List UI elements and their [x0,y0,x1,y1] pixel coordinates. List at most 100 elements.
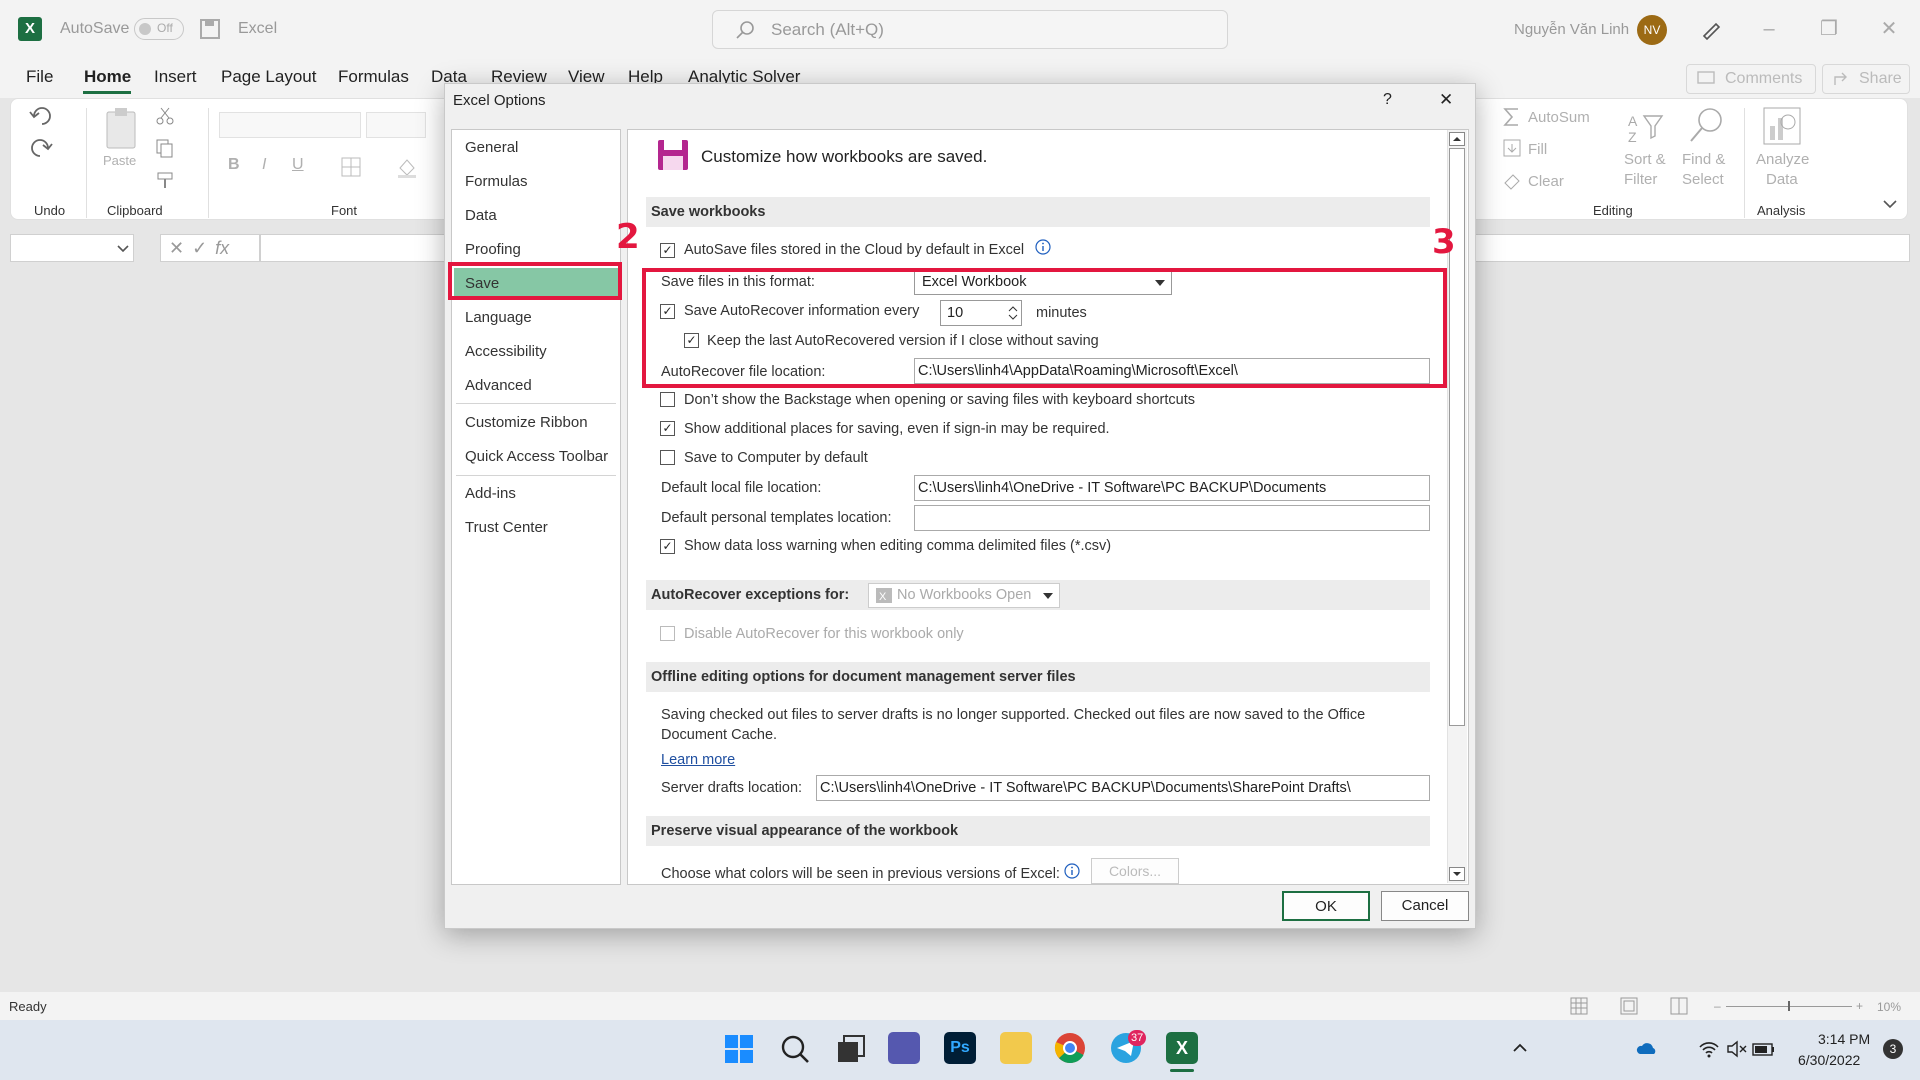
normal-view-icon[interactable] [1570,997,1588,1015]
tab-formulas[interactable]: Formulas [338,67,409,87]
zoom-level[interactable]: 10% [1877,1000,1901,1014]
borders-icon[interactable] [340,156,362,178]
italic-button[interactable]: I [262,156,266,174]
task-view-icon[interactable] [836,1034,866,1064]
tab-page-layout[interactable]: Page Layout [221,67,316,87]
tab-file[interactable]: File [26,67,53,87]
photoshop-icon[interactable]: Ps [944,1032,976,1064]
checkbox-disable-autorecover[interactable] [660,626,675,641]
pen-icon[interactable] [1700,18,1722,40]
autosum-label[interactable]: AutoSum [1528,109,1590,126]
autosave-toggle[interactable]: Off [134,18,184,40]
tab-home[interactable]: Home [84,67,131,87]
tab-insert[interactable]: Insert [154,67,197,87]
checkbox-autosave-cloud[interactable]: ✓ [660,243,675,258]
page-break-view-icon[interactable] [1670,997,1688,1015]
name-box[interactable] [10,234,134,262]
dialog-close-button[interactable]: ✕ [1439,90,1453,110]
info-icon[interactable] [1064,863,1080,879]
find-select-label-1[interactable]: Find & [1682,151,1725,168]
wifi-icon[interactable] [1698,1040,1720,1058]
sort-filter-label-1[interactable]: Sort & [1624,151,1666,168]
analyze-data-label-2[interactable]: Data [1766,171,1798,188]
checkbox-dont-show-backstage[interactable] [660,392,675,407]
nav-item-customize-ribbon[interactable]: Customize Ribbon [465,414,588,431]
nav-item-accessibility[interactable]: Accessibility [465,343,547,360]
info-icon[interactable] [1035,239,1051,255]
taskbar-search-icon[interactable] [780,1034,810,1064]
sort-filter-icon[interactable]: AZ [1626,106,1666,146]
onedrive-icon[interactable] [1636,1040,1658,1056]
collapse-ribbon-icon[interactable] [1882,198,1898,210]
find-select-label-2[interactable]: Select [1682,171,1724,188]
nav-item-advanced[interactable]: Advanced [465,377,532,394]
paste-label[interactable]: Paste [103,153,136,168]
formula-controls[interactable]: ✕✓fx [160,234,260,262]
eraser-icon[interactable] [1502,170,1522,190]
avatar[interactable]: NV [1637,15,1667,45]
clear-label[interactable]: Clear [1528,173,1564,190]
clock-date[interactable]: 6/30/2022 [1798,1052,1860,1068]
autosum-icon[interactable] [1502,106,1522,128]
default-local-input[interactable]: C:\Users\linh4\OneDrive - IT Software\PC… [914,475,1430,501]
cancel-button[interactable]: Cancel [1381,891,1469,921]
colors-button[interactable]: Colors... [1091,858,1179,884]
paste-icon[interactable] [103,106,139,152]
fill-icon[interactable] [1502,138,1522,158]
checkbox-save-to-computer[interactable] [660,450,675,465]
nav-item-general[interactable]: General [465,139,518,156]
nav-item-proofing[interactable]: Proofing [465,241,521,258]
zoom-slider-thumb[interactable] [1788,1001,1790,1011]
zoom-out-button[interactable]: – [1714,999,1721,1013]
restore-button[interactable]: ❐ [1814,14,1844,44]
ok-button[interactable]: OK [1282,891,1370,921]
fill-label[interactable]: Fill [1528,141,1547,158]
redo-icon[interactable] [28,136,68,160]
find-icon[interactable] [1686,106,1726,146]
user-name[interactable]: Nguyễn Văn Linh [1514,21,1629,38]
zoom-in-button[interactable]: + [1856,999,1863,1013]
nav-item-formulas[interactable]: Formulas [465,173,528,190]
undo-icon[interactable] [28,104,68,128]
scroll-down-icon[interactable] [1449,867,1465,881]
nav-item-trust-center[interactable]: Trust Center [465,519,548,536]
close-window-button[interactable]: ✕ [1874,14,1904,44]
excel-taskbar-icon[interactable]: X [1166,1032,1198,1064]
minimize-button[interactable]: – [1754,14,1784,44]
copy-icon[interactable] [155,138,175,158]
sort-filter-label-2[interactable]: Filter [1624,171,1657,188]
format-painter-icon[interactable] [155,170,175,190]
font-name-box[interactable] [219,112,361,138]
nav-item-language[interactable]: Language [465,309,532,326]
server-drafts-input[interactable]: C:\Users\linh4\OneDrive - IT Software\PC… [816,775,1430,801]
share-button[interactable]: Share [1822,64,1910,94]
fx-icon[interactable]: fx [215,238,229,258]
bold-button[interactable]: B [228,156,240,174]
nav-item-data[interactable]: Data [465,207,497,224]
volume-muted-icon[interactable] [1726,1040,1748,1058]
windows-start-icon[interactable] [724,1034,754,1064]
scroll-up-icon[interactable] [1449,132,1465,146]
analyze-data-label-1[interactable]: Analyze [1756,151,1809,168]
checkbox-data-loss-warning[interactable]: ✓ [660,539,675,554]
search-box[interactable]: Search (Alt+Q) [712,10,1228,49]
underline-button[interactable]: U [292,156,304,174]
help-button[interactable]: ? [1383,91,1392,109]
page-layout-view-icon[interactable] [1620,997,1638,1015]
save-icon[interactable] [199,18,221,40]
nav-item-add-ins[interactable]: Add-ins [465,485,516,502]
learn-more-link[interactable]: Learn more [661,752,735,768]
analyze-data-icon[interactable] [1762,106,1802,146]
tray-chevron-up-icon[interactable] [1512,1041,1528,1055]
exceptions-workbook-dropdown[interactable]: X No Workbooks Open [868,583,1060,608]
checkbox-show-additional-places[interactable]: ✓ [660,421,675,436]
teams-icon[interactable] [888,1032,920,1064]
battery-icon[interactable] [1752,1040,1776,1058]
chrome-icon[interactable] [1054,1032,1086,1064]
font-size-box[interactable] [366,112,426,138]
file-explorer-icon[interactable] [1000,1032,1032,1064]
clock-time[interactable]: 3:14 PM [1818,1031,1870,1047]
templates-input[interactable] [914,505,1430,531]
fill-color-icon[interactable] [396,156,418,178]
nav-item-quick-access-toolbar[interactable]: Quick Access Toolbar [465,448,608,465]
